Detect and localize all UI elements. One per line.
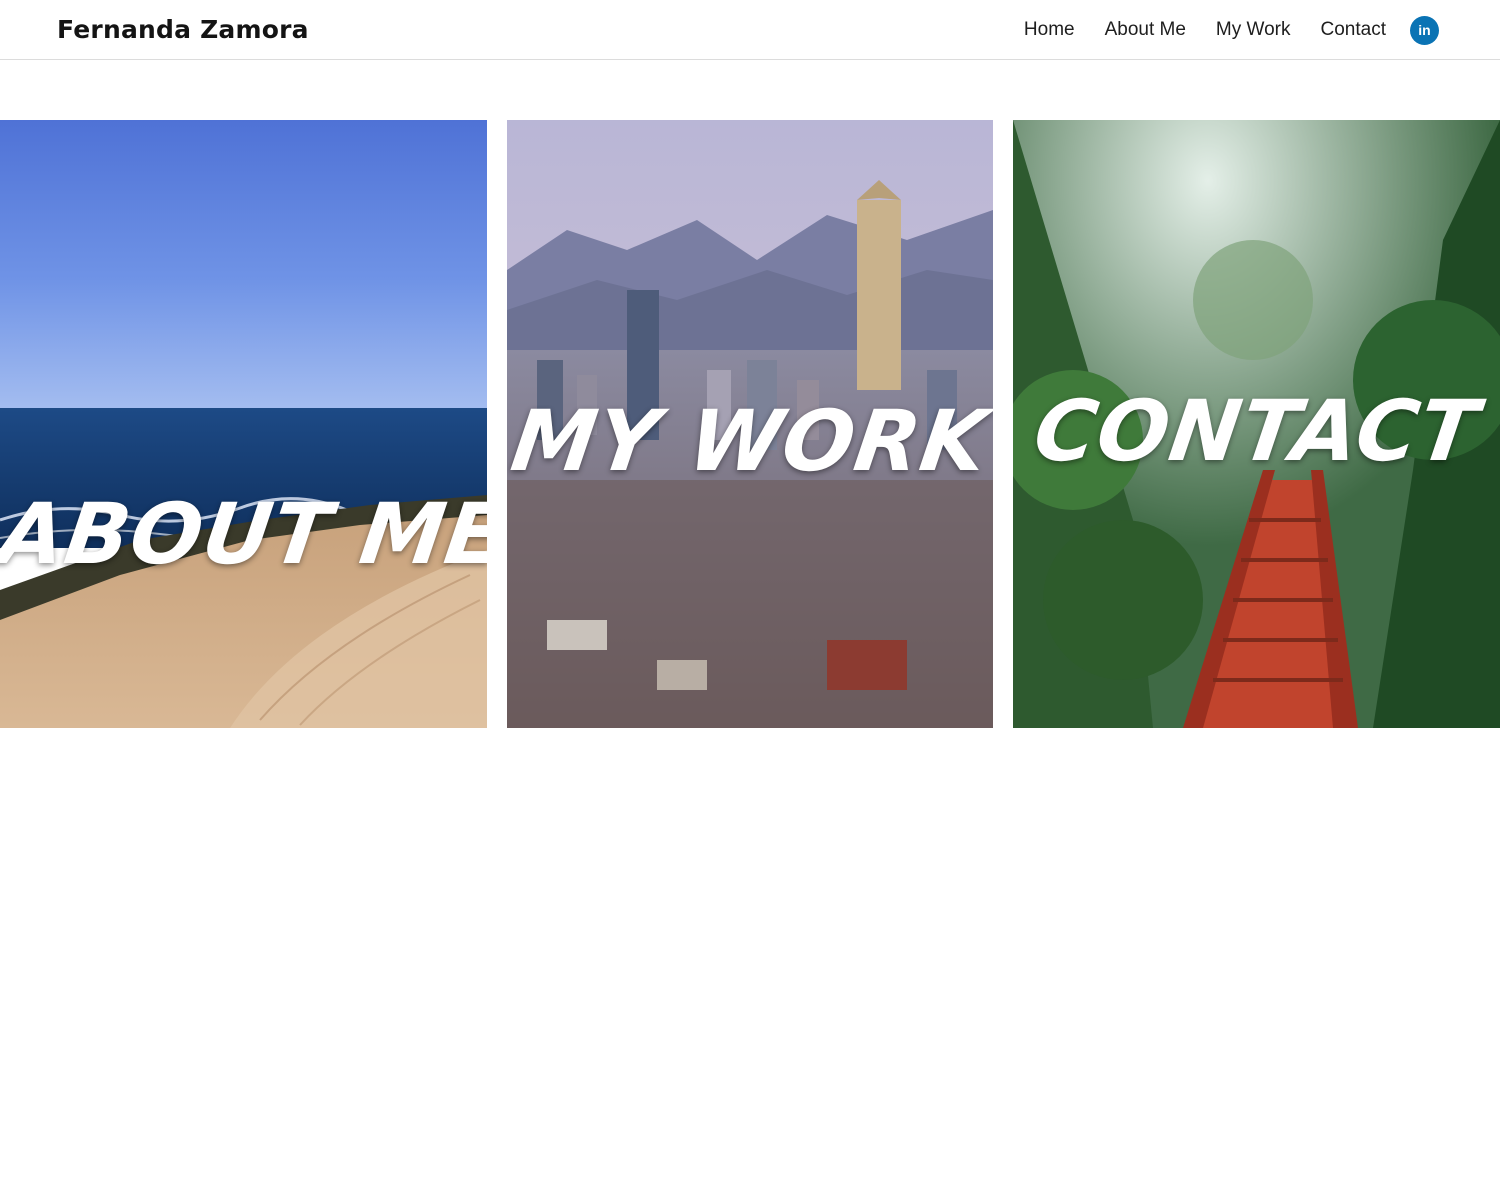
tile-label-my-work: MY WORK — [507, 392, 993, 490]
tile-contact[interactable]: CONTACT — [1013, 120, 1500, 728]
site-title[interactable]: Fernanda Zamora — [57, 12, 309, 48]
tile-my-work[interactable]: MY WORK — [507, 120, 993, 728]
tile-label-contact: CONTACT — [1028, 382, 1485, 480]
tile-about-me[interactable]: ABOUT ME — [0, 120, 487, 728]
beach-dune-image — [0, 120, 487, 728]
site-header: Fernanda Zamora Home About Me My Work Co… — [0, 0, 1500, 60]
nav-link-contact[interactable]: Contact — [1321, 19, 1386, 41]
nav-link-my-work[interactable]: My Work — [1216, 19, 1291, 41]
nav-link-home[interactable]: Home — [1024, 19, 1075, 41]
main-nav: Home About Me My Work Contact in — [1024, 0, 1439, 60]
linkedin-icon[interactable]: in — [1410, 15, 1439, 45]
nav-link-about-me[interactable]: About Me — [1105, 19, 1186, 41]
tile-label-about-me: ABOUT ME — [0, 485, 487, 583]
